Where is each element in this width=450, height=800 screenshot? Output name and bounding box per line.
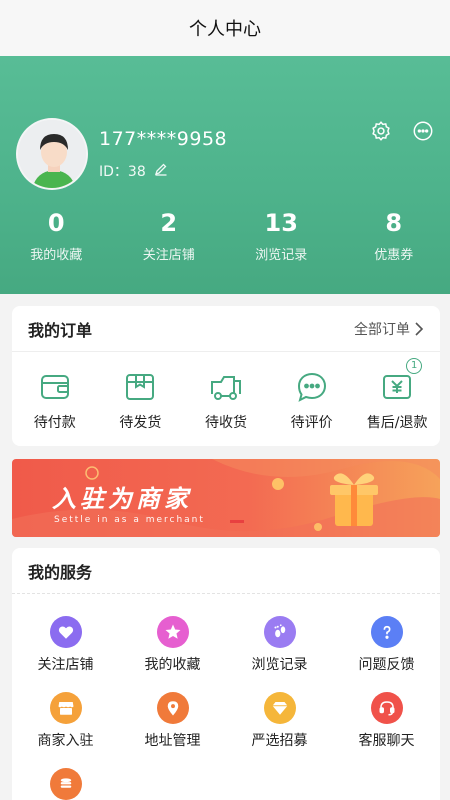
service-favorites[interactable]: 我的收藏	[119, 616, 226, 674]
order-after-sales[interactable]: 1 售后/退款	[354, 358, 440, 432]
edit-icon[interactable]	[154, 162, 168, 180]
order-pending-receipt[interactable]: 待收货	[183, 370, 269, 432]
orders-title: 我的订单	[28, 320, 93, 340]
chevron-right-icon	[415, 321, 424, 336]
service-history[interactable]: 浏览记录	[226, 616, 333, 674]
service-merchant-join[interactable]: 商家入驻	[12, 692, 119, 750]
service-recruit[interactable]: 严选招募	[226, 692, 333, 750]
message-icon[interactable]	[410, 118, 436, 144]
user-id: ID：38	[99, 161, 168, 181]
stat-favorites[interactable]: 0 我的收藏	[0, 206, 113, 263]
orders-header: 我的订单 全部订单	[12, 306, 440, 352]
user-id-label: ID：38	[99, 164, 146, 180]
services-card: 我的服务 关注店铺 我的收藏 浏览记录 问题反馈 商家入驻 地址管理 严选招募 …	[12, 548, 440, 800]
services-grid: 关注店铺 我的收藏 浏览记录 问题反馈 商家入驻 地址管理 严选招募 客服聊天	[12, 594, 440, 800]
order-pending-payment[interactable]: 待付款	[12, 370, 98, 432]
stat-history[interactable]: 13 浏览记录	[225, 206, 338, 263]
avatar[interactable]	[16, 118, 88, 190]
services-header: 我的服务	[12, 548, 440, 594]
stat-followed-stores[interactable]: 2 关注店铺	[113, 206, 226, 263]
profile-stats: 0 我的收藏 2 关注店铺 13 浏览记录 8 优惠券	[0, 206, 450, 263]
wallet-icon	[38, 370, 72, 404]
all-orders-link[interactable]: 全部订单	[354, 319, 424, 339]
profile-header: 177****9958 ID：38 0 我的收藏 2 关注店铺 13 浏览记录 …	[0, 56, 450, 294]
stat-coupons[interactable]: 8 优惠券	[338, 206, 450, 263]
star-icon	[156, 616, 189, 648]
footprint-icon	[263, 616, 296, 648]
location-icon	[156, 692, 189, 724]
service-address[interactable]: 地址管理	[119, 692, 226, 750]
order-status-row: 待付款 待发货 待收货 待评价 1 售后/退款	[12, 352, 440, 432]
banner-subtitle: Settle in as a merchant	[54, 515, 205, 525]
service-customer-chat[interactable]: 客服聊天	[333, 692, 440, 750]
order-pending-shipment[interactable]: 待发货	[98, 370, 184, 432]
page-title: 个人中心	[189, 19, 261, 40]
truck-icon	[209, 370, 243, 404]
settings-gear-icon[interactable]	[368, 118, 394, 144]
heart-icon	[49, 616, 82, 648]
phone-number: 177****9958	[99, 128, 228, 150]
services-title: 我的服务	[28, 562, 93, 582]
coins-icon	[49, 768, 82, 800]
chat-icon	[295, 370, 329, 404]
merchant-banner[interactable]: 入驻为商家 Settle in as a merchant	[12, 459, 440, 537]
question-icon	[370, 616, 403, 648]
after-sales-badge: 1	[406, 358, 423, 374]
store-icon	[49, 692, 82, 724]
service-coins[interactable]	[12, 768, 119, 800]
nav-bar: 个人中心	[0, 0, 450, 56]
refund-icon: 1	[380, 358, 423, 404]
orders-card: 我的订单 全部订单 待付款 待发货 待收货 待评价 1 售后/退款	[12, 306, 440, 446]
package-icon	[123, 370, 157, 404]
service-followed-stores[interactable]: 关注店铺	[12, 616, 119, 674]
service-feedback[interactable]: 问题反馈	[333, 616, 440, 674]
diamond-icon	[263, 692, 296, 724]
banner-title: 入驻为商家	[52, 485, 192, 513]
headset-icon	[370, 692, 403, 724]
order-pending-review[interactable]: 待评价	[269, 370, 355, 432]
